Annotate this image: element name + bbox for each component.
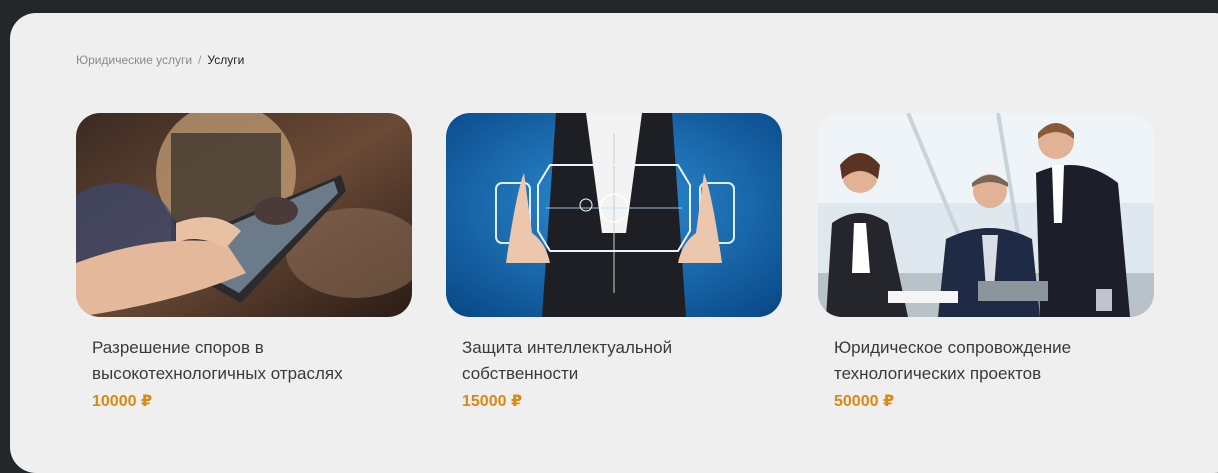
service-card-disputes[interactable]: Разрешение споров в высокотехнологичных …	[76, 113, 412, 411]
breadcrumb-separator: /	[198, 53, 202, 67]
service-price: 10000 ₽	[92, 393, 153, 410]
service-title[interactable]: Юридическое сопровождение технологически…	[818, 335, 1148, 387]
breadcrumb-home-link[interactable]: Юридические услуги	[76, 53, 192, 67]
breadcrumb-current: Услуги	[207, 53, 245, 67]
services-panel: Юридические услуги / Услуги Разрешение с…	[10, 13, 1218, 473]
service-title[interactable]: Разрешение споров в высокотехнологичных …	[76, 335, 406, 387]
service-price: 50000 ₽	[834, 393, 895, 410]
service-image-team[interactable]	[818, 113, 1154, 317]
service-title[interactable]: Защита интеллектуальной собственности	[446, 335, 776, 387]
service-card-projects[interactable]: Юридическое сопровождение технологически…	[818, 113, 1154, 411]
service-price: 15000 ₽	[462, 393, 523, 410]
service-image-tablet[interactable]	[76, 113, 412, 317]
breadcrumb: Юридические услуги / Услуги	[76, 53, 244, 67]
service-card-ip[interactable]: Защита интеллектуальной собственности 15…	[446, 113, 782, 411]
service-image-hologram[interactable]	[446, 113, 782, 317]
